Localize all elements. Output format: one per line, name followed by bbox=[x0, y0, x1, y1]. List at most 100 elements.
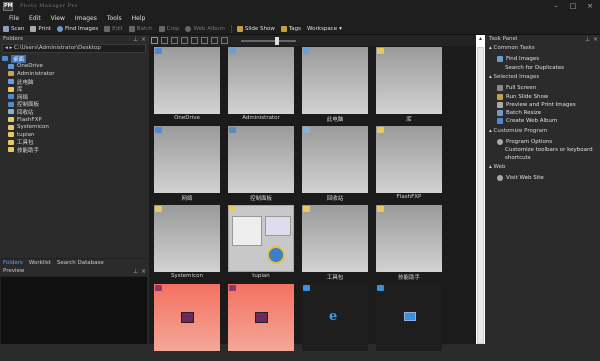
internet-explorer-icon: e bbox=[329, 309, 338, 324]
maximize-button[interactable]: □ bbox=[567, 2, 579, 11]
scroll-up-arrow-icon[interactable]: ▴ bbox=[476, 35, 485, 46]
menu-file[interactable]: File bbox=[4, 13, 24, 24]
thumbnail-item[interactable]: 库 bbox=[372, 46, 446, 124]
globe-image-icon bbox=[267, 246, 285, 264]
pin-icon[interactable]: ⊥ bbox=[133, 35, 138, 44]
task-run-slideshow[interactable]: Run Slide Show bbox=[497, 94, 548, 100]
task-customize-toolbars[interactable]: Customize toolbars or keyboard bbox=[505, 147, 593, 153]
thumbnail-item[interactable]: 回收站 bbox=[298, 125, 372, 203]
pin-icon[interactable]: ⊥ bbox=[585, 35, 590, 44]
globe-icon bbox=[185, 26, 192, 32]
section-web[interactable]: ▴ Web bbox=[489, 164, 506, 170]
pin-icon[interactable]: ⊥ bbox=[133, 267, 138, 276]
sort-icon[interactable] bbox=[171, 37, 178, 44]
folder-path-field[interactable]: ◂ ▸ C:\Users\Administrator\Desktop bbox=[2, 44, 146, 53]
rotate-left-icon[interactable] bbox=[181, 37, 188, 44]
thumbnail-item[interactable]: 网络 bbox=[150, 125, 224, 203]
thumbnail-item[interactable]: 此电脑 bbox=[298, 46, 372, 124]
menu-images[interactable]: Images bbox=[70, 13, 102, 24]
thumbnail-size-slider[interactable] bbox=[241, 36, 296, 45]
thumbnail-image bbox=[302, 205, 368, 272]
close-icon[interactable]: × bbox=[141, 267, 146, 276]
thumbnail-label: Systemicon bbox=[171, 273, 203, 279]
web-album-icon bbox=[497, 118, 503, 124]
find-images-button[interactable]: Find Images bbox=[57, 26, 98, 32]
tree-item-desktop[interactable]: 桌面 bbox=[0, 54, 148, 63]
thumbnail-item[interactable] bbox=[372, 283, 446, 361]
section-common-tasks[interactable]: ▴ Common Tasks bbox=[489, 45, 535, 51]
back-icon[interactable]: ◂ ▸ bbox=[5, 45, 12, 51]
section-title: Customize Program bbox=[493, 128, 548, 134]
thumbnail-item[interactable]: OneDrive bbox=[150, 46, 224, 124]
task-find-images[interactable]: Find Images bbox=[497, 56, 539, 62]
tree-item-systemicon[interactable]: Systemicon bbox=[0, 123, 148, 131]
thumbnail-item[interactable] bbox=[224, 283, 298, 361]
title-bar: PM Photo Manager Pro – □ × bbox=[0, 0, 600, 13]
thumbnail-label: 库 bbox=[406, 117, 412, 123]
edit-button[interactable]: Edit bbox=[104, 26, 123, 32]
slideshow-button[interactable]: Slide Show bbox=[236, 26, 275, 32]
section-selected-images[interactable]: ▴ Selected Images bbox=[489, 74, 539, 80]
thumbnail-item[interactable]: e bbox=[298, 283, 372, 361]
task-preview-print[interactable]: Preview and Print Images bbox=[497, 102, 576, 108]
main-toolbar: Scan Print Find Images Edit Batch Crop W… bbox=[0, 24, 600, 35]
thumbnail-image bbox=[302, 47, 368, 114]
scrollbar-thumb[interactable] bbox=[477, 47, 484, 344]
slider-handle[interactable] bbox=[275, 36, 279, 45]
thumbnail-item[interactable] bbox=[150, 283, 224, 361]
task-full-screen[interactable]: Full Screen bbox=[497, 85, 536, 91]
thumbnail-image bbox=[154, 205, 220, 272]
tab-worklist[interactable]: Worklist bbox=[26, 259, 54, 267]
thumbnail-image bbox=[376, 284, 442, 351]
task-create-web-album[interactable]: Create Web Album bbox=[497, 118, 557, 124]
rotate-right-icon[interactable] bbox=[191, 37, 198, 44]
tree-item-recycle-bin[interactable]: 回收站 bbox=[0, 108, 148, 116]
task-batch-resize[interactable]: Batch Resize bbox=[497, 110, 541, 116]
details-view-icon[interactable] bbox=[161, 37, 168, 44]
task-program-options[interactable]: Program Options bbox=[497, 139, 552, 145]
minimize-button[interactable]: – bbox=[550, 2, 562, 11]
menu-view[interactable]: View bbox=[46, 13, 70, 24]
close-icon[interactable]: × bbox=[593, 35, 598, 44]
find-images-label: Find Images bbox=[65, 26, 99, 32]
task-visit-website[interactable]: Visit Web Site bbox=[497, 175, 544, 181]
control-panel-icon bbox=[229, 127, 236, 133]
web-album-button[interactable]: Web Album bbox=[185, 26, 225, 32]
thumbnail-item[interactable]: FlashFXP bbox=[372, 125, 446, 203]
tab-folders[interactable]: Folders bbox=[0, 259, 26, 267]
section-customize-program[interactable]: ▴ Customize Program bbox=[489, 128, 547, 134]
thumbnails-view-icon[interactable] bbox=[151, 37, 158, 44]
menu-edit[interactable]: Edit bbox=[24, 13, 46, 24]
web-album-label: Web Album bbox=[193, 26, 225, 32]
thumbnail-label: 回收站 bbox=[326, 196, 344, 202]
copy-icon[interactable] bbox=[211, 37, 218, 44]
thumbnail-item[interactable]: 技能助手 bbox=[372, 204, 446, 282]
tags-button[interactable]: Tags bbox=[280, 26, 301, 32]
print-button[interactable]: Print bbox=[30, 26, 51, 32]
tree-item-flashfxp[interactable]: FlashFXP bbox=[0, 116, 148, 124]
task-search-duplicates[interactable]: Search for Duplicates bbox=[505, 65, 564, 71]
close-button[interactable]: × bbox=[584, 2, 596, 11]
tree-label: OneDrive bbox=[17, 63, 43, 70]
menu-tools[interactable]: Tools bbox=[102, 13, 127, 24]
crop-button[interactable]: Crop bbox=[158, 26, 179, 32]
thumbnail-item[interactable]: Administrator bbox=[224, 46, 298, 124]
thumbnail-item[interactable]: Systemicon bbox=[150, 204, 224, 282]
thumbnail-item[interactable]: 工具包 bbox=[298, 204, 372, 282]
scan-button[interactable]: Scan bbox=[3, 26, 24, 32]
library-icon bbox=[8, 86, 14, 92]
thumbnail-item-selected[interactable]: tupian bbox=[224, 204, 298, 282]
close-icon[interactable]: × bbox=[141, 35, 146, 44]
task-customize-toolbars-line2[interactable]: shortcuts bbox=[505, 155, 531, 161]
batch-button[interactable]: Batch bbox=[128, 26, 153, 32]
tree-item-onedrive[interactable]: OneDrive bbox=[0, 63, 148, 71]
menu-help[interactable]: Help bbox=[127, 13, 151, 24]
paste-icon[interactable] bbox=[221, 37, 228, 44]
tab-search-database[interactable]: Search Database bbox=[54, 259, 107, 267]
delete-icon[interactable] bbox=[201, 37, 208, 44]
tree-item-helper[interactable]: 技能助手 bbox=[0, 146, 148, 154]
folder-icon bbox=[8, 132, 14, 138]
thumbnail-item[interactable]: 控制面板 bbox=[224, 125, 298, 203]
workspace-dropdown[interactable]: Workspace ▾ bbox=[307, 26, 342, 32]
network-icon bbox=[8, 94, 14, 100]
